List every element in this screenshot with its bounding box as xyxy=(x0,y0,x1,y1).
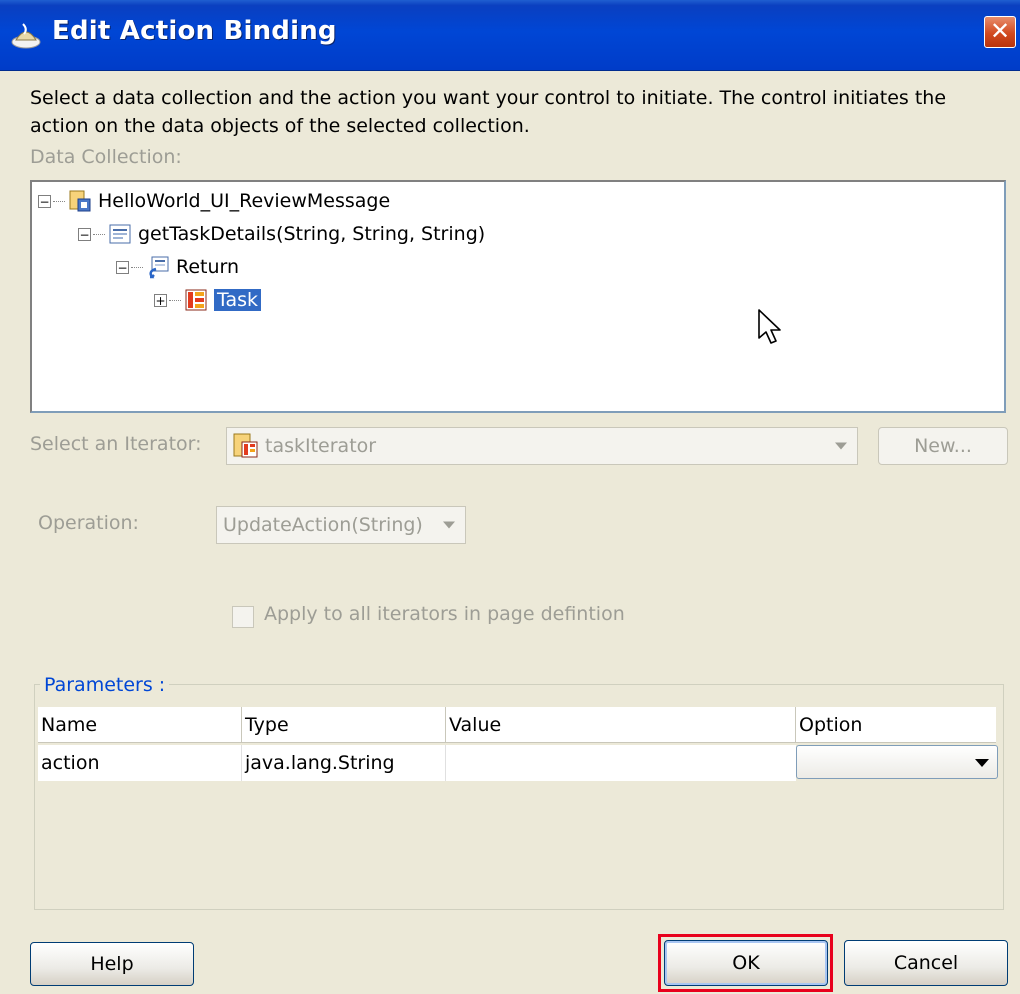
column-header-value[interactable]: Value xyxy=(446,707,796,743)
return-icon xyxy=(146,255,170,279)
help-button[interactable]: Help xyxy=(30,942,194,986)
tree-node-method[interactable]: − getTaskDetails(String, String, String) xyxy=(78,219,485,249)
method-icon xyxy=(108,222,132,246)
data-collection-tree[interactable]: − HelloWorld_UI_ReviewMessage − getTaskD… xyxy=(30,180,1006,413)
parameters-table: Name Type Value Option action java.lang.… xyxy=(38,707,996,907)
tree-node-task[interactable]: + Task xyxy=(154,285,262,315)
collapse-icon[interactable]: − xyxy=(116,260,129,274)
expand-icon[interactable]: + xyxy=(154,293,167,307)
collapse-icon[interactable]: − xyxy=(38,194,51,208)
column-header-type[interactable]: Type xyxy=(242,707,446,743)
option-select[interactable] xyxy=(796,745,998,779)
new-iterator-button[interactable]: New... xyxy=(878,427,1008,465)
column-header-name[interactable]: Name xyxy=(38,707,242,743)
cell-value[interactable] xyxy=(446,745,796,781)
tree-label: HelloWorld_UI_ReviewMessage xyxy=(98,190,391,212)
ok-button[interactable]: OK xyxy=(664,940,828,986)
app-icon xyxy=(10,20,42,50)
chevron-down-icon xyxy=(443,521,455,529)
cancel-button[interactable]: Cancel xyxy=(844,940,1008,986)
operation-label: Operation: xyxy=(38,512,139,534)
data-control-icon xyxy=(68,189,92,213)
column-header-option[interactable]: Option xyxy=(796,707,996,743)
parameters-legend: Parameters : xyxy=(40,674,170,696)
collapse-icon[interactable]: − xyxy=(78,227,91,241)
iterator-select[interactable]: taskIterator xyxy=(226,427,858,465)
tree-label: Return xyxy=(176,256,240,278)
operation-select[interactable]: UpdateAction(String) xyxy=(216,506,466,544)
tree-node-data-control[interactable]: − HelloWorld_UI_ReviewMessage xyxy=(38,186,390,216)
close-icon: ✕ xyxy=(989,17,1011,45)
operation-value: UpdateAction(String) xyxy=(223,514,423,536)
chevron-down-icon xyxy=(975,759,989,767)
apply-all-label: Apply to all iterators in page defintion xyxy=(264,603,625,625)
title-bar: Edit Action Binding ✕ xyxy=(0,0,1020,71)
iterator-label: Select an Iterator: xyxy=(30,433,202,455)
collection-icon xyxy=(184,288,208,312)
chevron-down-icon xyxy=(835,442,847,450)
close-button[interactable]: ✕ xyxy=(984,16,1016,48)
apply-all-checkbox[interactable] xyxy=(232,606,254,628)
description-text: Select a data collection and the action … xyxy=(30,87,947,137)
mouse-cursor-icon xyxy=(757,308,783,351)
iterator-icon xyxy=(233,433,259,459)
iterator-value: taskIterator xyxy=(265,435,377,457)
cell-name[interactable]: action xyxy=(38,745,242,781)
cell-type[interactable]: java.lang.String xyxy=(242,745,446,781)
dialog-title: Edit Action Binding xyxy=(52,16,337,46)
tree-label: getTaskDetails(String, String, String) xyxy=(138,223,486,245)
tree-label: Task xyxy=(214,289,262,311)
tree-node-return[interactable]: − Return xyxy=(116,252,239,282)
data-collection-label: Data Collection: xyxy=(30,146,182,168)
